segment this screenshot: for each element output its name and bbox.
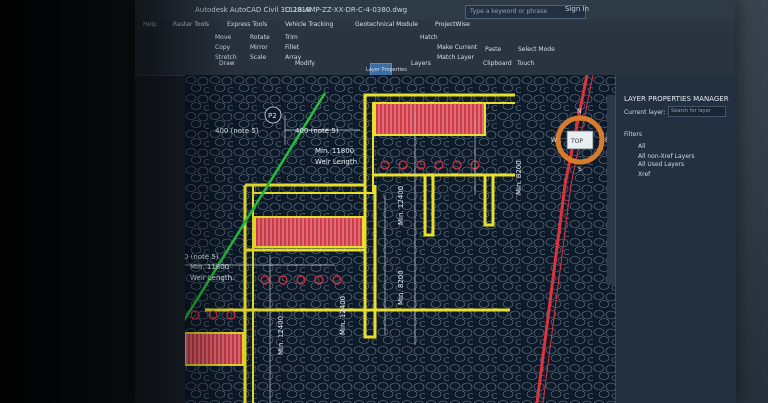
clipboard-panel-label: Clipboard [483, 60, 512, 67]
title-bar: Autodesk AutoCAD Civil 3D 2018 L118-AMP-… [135, 0, 735, 22]
drawing-canvas[interactable]: 400 (note 5) 400 (note 5) P2 Min. 11800 … [185, 75, 615, 403]
menu-bar: Help Raster Tools Express Tools Vehicle … [135, 20, 735, 30]
menu-geotechnical-module[interactable]: Geotechnical Module [355, 21, 418, 28]
dim-label-min8200-b: Min. 8200 [515, 160, 523, 195]
trim-button[interactable]: Trim [285, 34, 298, 42]
modify-panel-label: Modify [295, 60, 315, 67]
dim-label-note5-c: 400 (note 5) [185, 253, 219, 261]
match-layer-button[interactable]: Match Layer [437, 54, 474, 62]
menu-express-tools[interactable]: Express Tools [227, 21, 267, 28]
dim-label-min12400-c: Min. 12400 [339, 296, 347, 335]
compass-w: W [551, 137, 557, 144]
navigation-bar[interactable] [607, 95, 615, 285]
rotate-button[interactable]: Rotate [250, 34, 270, 42]
fillet-button[interactable]: Fillet [285, 44, 299, 52]
scale-button[interactable]: Scale [250, 54, 266, 62]
mirror-button[interactable]: Mirror [250, 44, 268, 52]
monitor-screen: Autodesk AutoCAD Civil 3D 2018 L118-AMP-… [135, 0, 736, 403]
filters-label: Filters [624, 131, 642, 138]
viewcube-top-label: TOP [570, 138, 583, 145]
hatch-dropdown[interactable]: Hatch [420, 34, 438, 42]
filter-all[interactable]: All [638, 143, 645, 150]
slab-middle [254, 216, 364, 248]
select-mode-button[interactable]: Select Mode [518, 46, 555, 54]
menu-projectwise[interactable]: ProjectWise [435, 21, 470, 28]
palette-title: LAYER PROPERTIES MANAGER [624, 95, 729, 103]
filter-all-used[interactable]: All Used Layers [638, 161, 684, 168]
dim-label-min8200-a: Min. 8200 [397, 270, 405, 305]
menu-raster-tools[interactable]: Raster Tools [173, 21, 209, 28]
current-layer-label: Current layer: [624, 109, 666, 116]
menu-help[interactable]: Help [143, 21, 157, 28]
compass-s: S [578, 166, 582, 173]
dim-label-note5-a: 400 (note 5) [215, 127, 259, 135]
compass-n: N [577, 108, 582, 115]
copy-button[interactable]: Copy [215, 44, 230, 52]
slab-bottom [185, 332, 244, 366]
point-label-p2: P2 [268, 112, 277, 120]
filter-all-non-xref[interactable]: All non-Xref Layers [638, 153, 695, 160]
slab-top [374, 102, 486, 136]
touch-panel-label: Touch [517, 60, 535, 67]
layer-search-input[interactable]: Search for layer [668, 106, 726, 117]
dim-label-min12400-b: Min. 12400 [277, 316, 285, 355]
dim-label-min11800-b: Min. 11800 [190, 263, 229, 271]
layers-panel-label: Layers [411, 60, 431, 67]
file-name: L118-AMP-ZZ-XX-DR-C-4-0380.dwg [285, 6, 408, 14]
cad-drawing: 400 (note 5) 400 (note 5) P2 Min. 11800 … [185, 75, 615, 403]
paste-button[interactable]: Paste [485, 46, 501, 54]
make-current-button[interactable]: Make Current [437, 44, 477, 52]
menu-vehicle-tracking[interactable]: Vehicle Tracking [285, 21, 333, 28]
sign-in-button[interactable]: Sign In [565, 5, 589, 13]
move-button[interactable]: Move [215, 34, 231, 42]
dim-label-weir-a: Weir Length. [315, 158, 359, 166]
dim-label-min11800-a: Min. 11800 [315, 147, 354, 155]
layer-properties-label: Layer Properties [366, 67, 407, 73]
dim-label-weir-b: Weir Length. [190, 274, 234, 282]
ribbon: Move Rotate Trim Copy Mirror Fillet Stre… [135, 30, 735, 89]
dim-label-note5-b: 400 (note 5) [295, 127, 339, 135]
dim-label-min12400-a: Min. 12400 [397, 186, 405, 225]
filter-xref[interactable]: Xref [638, 171, 650, 178]
layer-properties-palette: LAYER PROPERTIES MANAGER Current layer: … [615, 75, 736, 403]
draw-panel-label: Draw [219, 60, 235, 67]
